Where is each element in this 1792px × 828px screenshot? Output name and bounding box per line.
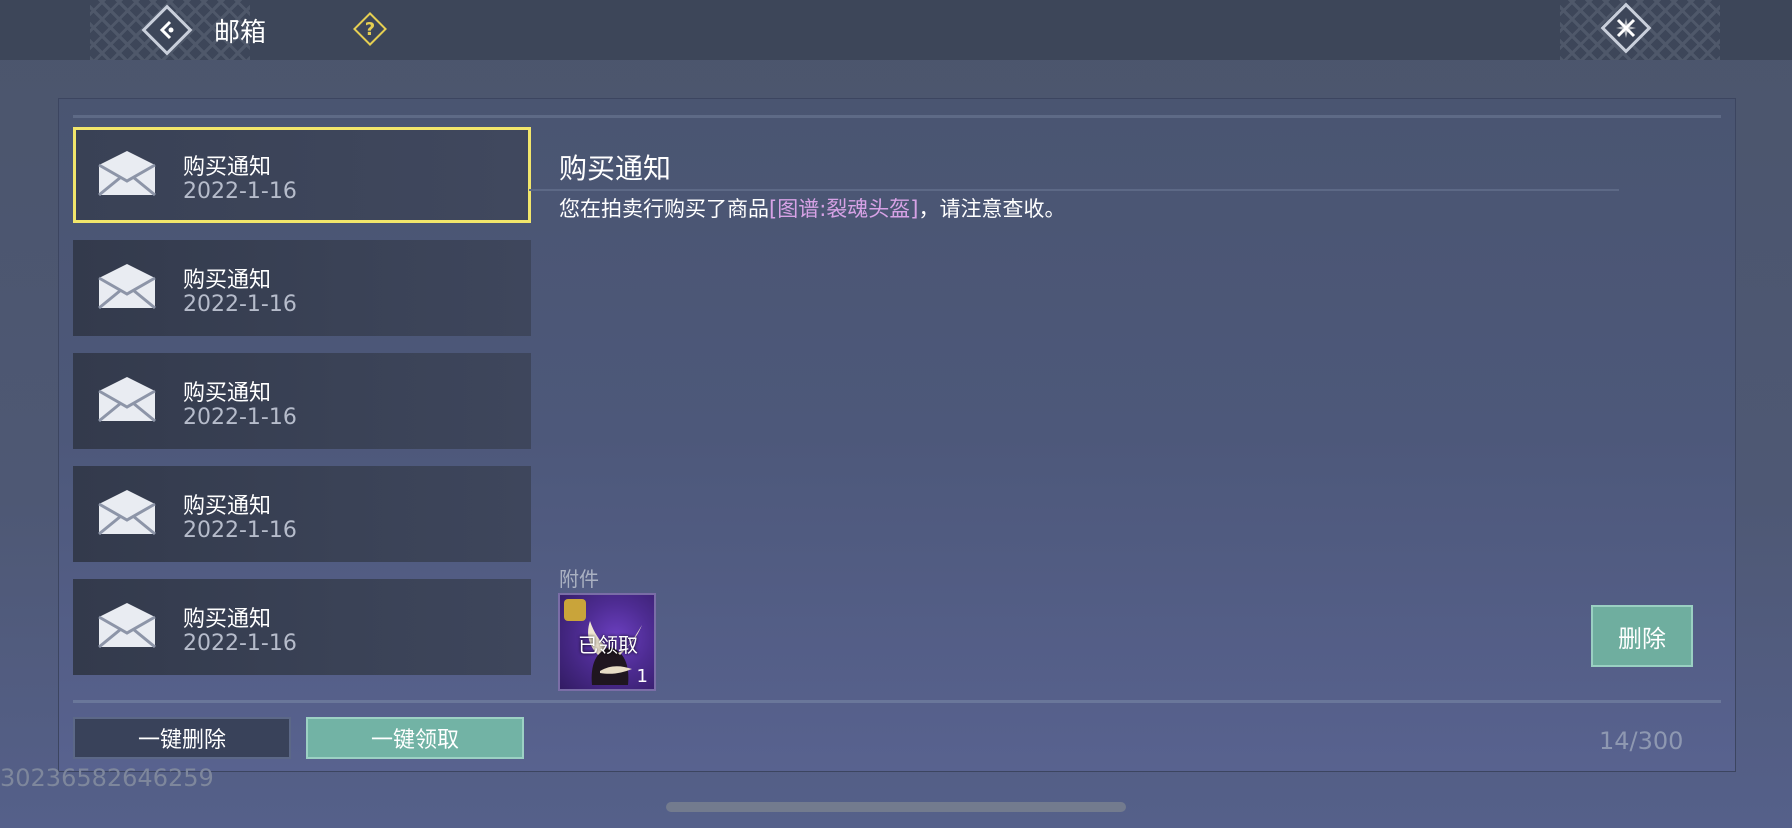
envelope-icon [98,377,156,423]
divider [73,700,1721,703]
delete-button[interactable]: 删除 [1591,605,1693,667]
question-icon: ? [364,18,376,40]
mail-title: 购买通知 [183,607,272,632]
quantity-label: 1 [636,666,648,687]
mail-list-item[interactable]: 购买通知 2022-1-16 [73,579,531,675]
attachment-item[interactable]: 已领取 1 [558,593,656,691]
mail-list[interactable]: 购买通知 2022-1-16 购买通知 2022-1-16 购买通知 2022-… [73,127,531,691]
mail-detail-title: 购买通知 [559,152,672,185]
mail-date: 2022-1-16 [183,631,297,656]
page-title: 邮箱 [214,18,267,48]
mail-list-item[interactable]: 购买通知 2022-1-16 [73,466,531,562]
top-bar: 邮箱 ? [0,0,1792,60]
home-indicator[interactable] [666,802,1126,812]
envelope-icon [98,490,156,536]
item-link[interactable]: [图谱:裂魂头盔] [769,197,918,221]
mail-date: 2022-1-16 [183,405,297,430]
envelope-icon [98,151,156,197]
body-text: ，请注意查收。 [918,197,1066,221]
mail-count: 14/300 [1599,727,1684,755]
mail-date: 2022-1-16 [183,292,297,317]
divider [529,189,1619,191]
claim-all-button[interactable]: 一键领取 [306,717,524,759]
back-arrow-icon [159,20,174,40]
attachment-label: 附件 [559,567,599,591]
mail-detail-body: 您在拍卖行购买了商品[图谱:裂魂头盔]，请注意查收。 [559,193,1065,223]
delete-all-button[interactable]: 一键删除 [73,717,291,759]
envelope-icon [98,603,156,649]
user-id: 30236582646259 [0,764,214,792]
back-button[interactable] [141,4,193,56]
mail-title: 购买通知 [183,381,272,406]
help-button[interactable]: ? [353,12,387,46]
mail-list-item[interactable]: 购买通知 2022-1-16 [73,240,531,336]
envelope-icon [98,264,156,310]
mail-list-item[interactable]: 购买通知 2022-1-16 [73,127,531,223]
close-icon [1616,18,1636,38]
mail-title: 购买通知 [183,494,272,519]
mail-title: 购买通知 [183,268,272,293]
mail-title: 购买通知 [183,155,272,180]
mail-panel: 购买通知 2022-1-16 购买通知 2022-1-16 购买通知 2022-… [58,98,1736,772]
close-button[interactable] [1600,2,1652,54]
mail-list-item[interactable]: 购买通知 2022-1-16 [73,353,531,449]
mail-date: 2022-1-16 [183,179,297,204]
claimed-label: 已领取 [578,633,638,657]
mail-date: 2022-1-16 [183,518,297,543]
divider [73,115,1721,118]
body-text: 您在拍卖行购买了商品 [559,197,769,221]
